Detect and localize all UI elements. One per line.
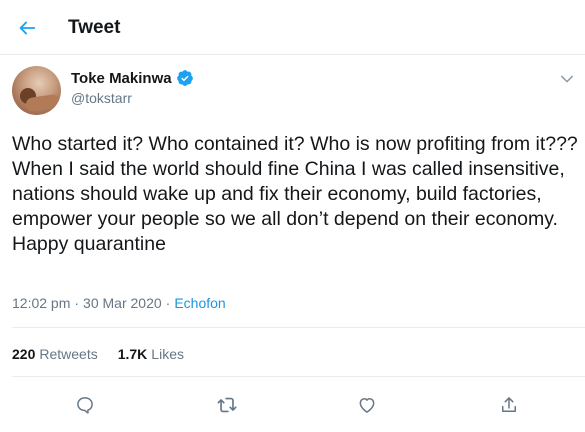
- author-display-name[interactable]: Toke Makinwa: [71, 70, 172, 87]
- retweet-icon: [217, 397, 237, 413]
- like-button[interactable]: [352, 390, 382, 420]
- retweets-stat[interactable]: 220 Retweets: [12, 346, 98, 362]
- tweet-time[interactable]: 12:02 pm: [12, 295, 70, 311]
- tweet-stats: 220 Retweets 1.7K Likes: [12, 346, 204, 362]
- tweet-date[interactable]: 30 Mar 2020: [83, 295, 162, 311]
- likes-label: Likes: [151, 346, 184, 362]
- back-arrow-icon: [19, 21, 36, 35]
- avatar[interactable]: [12, 66, 61, 115]
- divider: [12, 376, 585, 377]
- reply-button[interactable]: [70, 390, 100, 420]
- top-bar: Tweet: [0, 0, 585, 55]
- author-handle[interactable]: @tokstarr: [71, 90, 132, 106]
- retweet-button[interactable]: [212, 390, 242, 420]
- author-name[interactable]: Toke Makinwa: [71, 69, 194, 87]
- tweet-source-link[interactable]: Echofon: [174, 295, 225, 311]
- chevron-down-icon: [561, 75, 573, 83]
- likes-stat[interactable]: 1.7K Likes: [118, 346, 184, 362]
- tweet-actions: [0, 382, 585, 426]
- meta-separator: ·: [165, 295, 171, 311]
- page-title: Tweet: [68, 17, 121, 38]
- meta-separator: ·: [74, 295, 80, 311]
- share-icon: [502, 397, 516, 412]
- tweet-timestamp: 12:02 pm · 30 Mar 2020 · Echofon: [12, 295, 226, 311]
- likes-count: 1.7K: [117, 346, 148, 362]
- like-icon: [359, 398, 375, 413]
- tweet-text: Who started it? Who contained it? Who is…: [12, 133, 578, 255]
- more-options-button[interactable]: [558, 70, 576, 88]
- divider: [12, 327, 585, 328]
- reply-icon: [77, 397, 93, 414]
- verified-badge-icon: [176, 69, 194, 87]
- retweets-label: Retweets: [39, 346, 98, 362]
- back-button[interactable]: [12, 13, 42, 43]
- share-button[interactable]: [494, 390, 524, 420]
- retweets-count: 220: [12, 346, 36, 362]
